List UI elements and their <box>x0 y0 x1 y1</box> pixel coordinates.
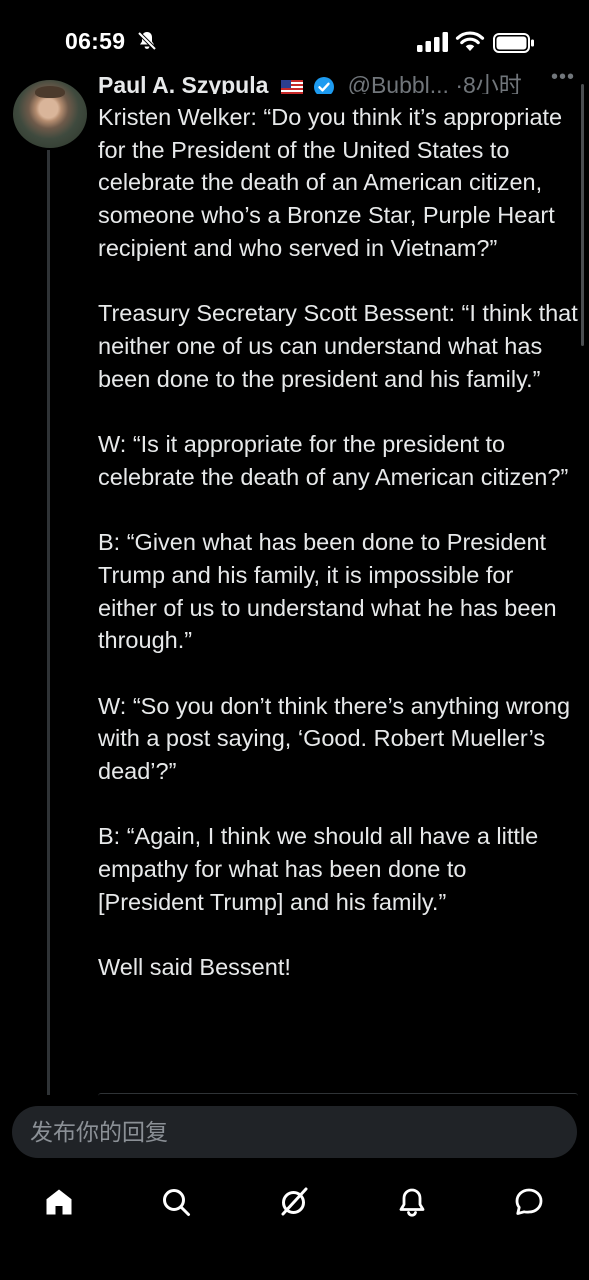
home-indicator <box>212 1264 377 1270</box>
bottom-nav <box>0 1170 589 1230</box>
cellular-signal-icon <box>417 32 448 52</box>
tweet-header[interactable]: Paul A. Szypula @Bubbl... ·8小时 <box>0 66 589 94</box>
author-handle[interactable]: @Bubbl... <box>348 72 449 94</box>
avatar[interactable] <box>13 80 87 148</box>
tweet-paragraph: Kristen Welker: “Do you think it’s appro… <box>98 104 563 261</box>
nav-search[interactable] <box>159 1185 193 1219</box>
tweet-paragraph: B: “Given what has been done to Presiden… <box>98 529 557 654</box>
tweet-body: Kristen Welker: “Do you think it’s appro… <box>98 101 578 984</box>
notifications-icon <box>399 1188 425 1217</box>
tweet-paragraph: Well said Bessent! <box>98 954 291 981</box>
thread-line <box>47 150 50 1095</box>
messages-icon <box>515 1188 543 1215</box>
battery-icon <box>493 33 534 53</box>
grok-icon <box>281 1187 308 1216</box>
us-flag-icon <box>280 79 303 94</box>
author-name[interactable]: Paul A. Szypula <box>98 72 268 94</box>
search-icon <box>163 1189 190 1216</box>
more-options-icon[interactable]: ••• <box>551 66 575 89</box>
nav-home[interactable] <box>42 1185 76 1219</box>
nav-grok[interactable] <box>277 1185 311 1219</box>
verified-badge-icon <box>314 76 335 94</box>
wifi-icon <box>455 31 485 51</box>
tweet-paragraph: W: “Is it appropriate for the president … <box>98 431 569 490</box>
home-icon <box>46 1189 72 1215</box>
media-card-edge <box>98 1093 578 1096</box>
nav-notifications[interactable] <box>395 1185 429 1219</box>
nav-messages[interactable] <box>512 1185 546 1219</box>
status-time: 06:59 <box>65 28 126 54</box>
tweet-paragraph: W: “So you don’t think there’s anything … <box>98 692 571 784</box>
tweet-timestamp: ·8小时 <box>455 72 522 94</box>
tweet-paragraph: Treasury Secretary Scott Bessent: “I thi… <box>98 300 578 392</box>
scrollbar[interactable] <box>581 84 584 346</box>
reply-box[interactable] <box>12 1106 577 1160</box>
tweet-paragraph: B: “Again, I think we should all have a … <box>98 823 539 915</box>
reply-input[interactable] <box>28 1106 562 1160</box>
silent-bell-icon <box>137 31 157 51</box>
